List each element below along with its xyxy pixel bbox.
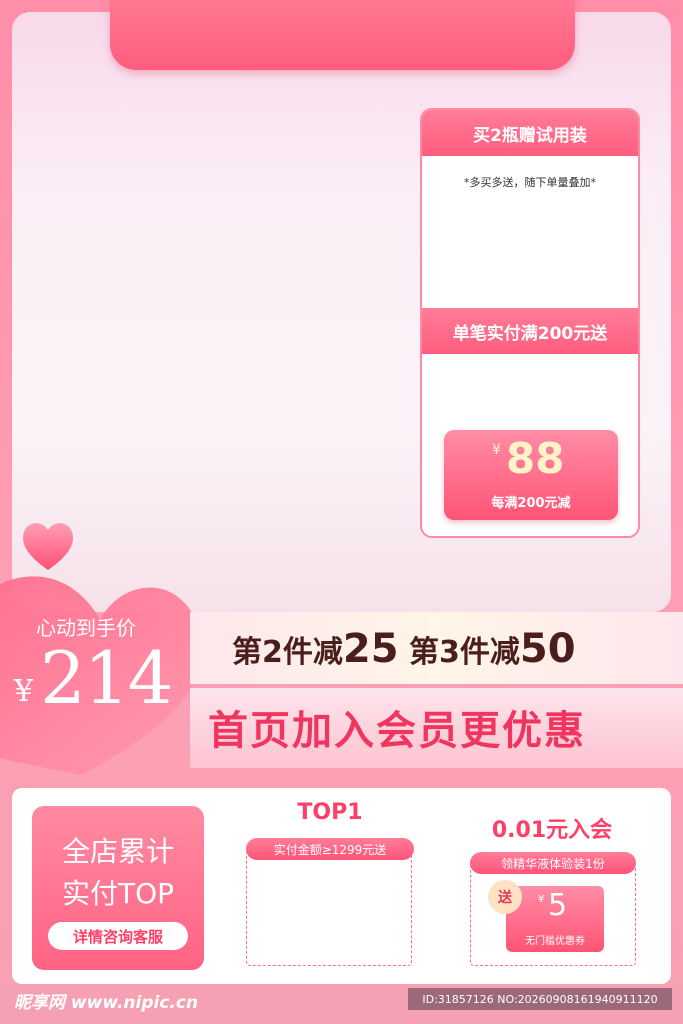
- contact-service-button[interactable]: 详情咨询客服: [48, 922, 188, 950]
- discount-part1: 第2件减: [232, 635, 343, 670]
- ranking-line1: 全店累计: [61, 835, 174, 868]
- promo-card: 买2瓶赠试用装 *多买多送，随下单量叠加* 单笔实付满200元送 ¥ 88 每满…: [420, 108, 640, 538]
- discount-text: 第2件减25 第3件减50: [232, 626, 576, 672]
- top-tab-decoration: [110, 0, 575, 70]
- member-banner[interactable]: 首页加入会员更优惠: [208, 698, 586, 756]
- top1-tag: 实付金额≥1299元送: [246, 838, 414, 860]
- discount-part2: 第3件减: [409, 635, 520, 670]
- mini-coupon-desc: 无门槛优惠券: [525, 936, 585, 947]
- mini-coupon-currency: ¥: [538, 894, 545, 905]
- join-tag: 领精华液体验装1份: [470, 852, 636, 874]
- top1-gift-box: [246, 850, 412, 966]
- promo-note: *多买多送，随下单量叠加*: [464, 176, 596, 189]
- promo-header-buy2: 买2瓶赠试用装: [422, 110, 638, 156]
- send-badge: 送: [488, 880, 522, 914]
- discount-val1: 25: [342, 626, 399, 672]
- discount-val2: 50: [519, 626, 576, 672]
- poster-page: 买2瓶赠试用装 *多买多送，随下单量叠加* 单笔实付满200元送 ¥ 88 每满…: [0, 0, 683, 1024]
- coupon-currency: ¥: [492, 442, 501, 458]
- promo-header-spend200: 单笔实付满200元送: [422, 308, 638, 354]
- coupon-desc: 每满200元减: [491, 496, 571, 511]
- watermark-logo: 昵享网 www.nipic.cn: [14, 993, 199, 1013]
- mini-coupon-amount: 5: [548, 888, 568, 923]
- coupon-88[interactable]: ¥ 88 每满200元减: [444, 430, 618, 520]
- ranking-box: 全店累计 实付TOP 详情咨询客服: [32, 806, 204, 970]
- ranking-line2: 实付TOP: [61, 877, 175, 910]
- top1-title: TOP1: [297, 800, 363, 825]
- price-value: 214: [40, 636, 173, 720]
- join-title: 0.01元入会: [491, 818, 613, 843]
- price-currency: ¥: [14, 674, 34, 709]
- coupon-amount: 88: [506, 434, 565, 483]
- watermark-id: ID:31857126 NO:20260908161940911120: [408, 988, 672, 1010]
